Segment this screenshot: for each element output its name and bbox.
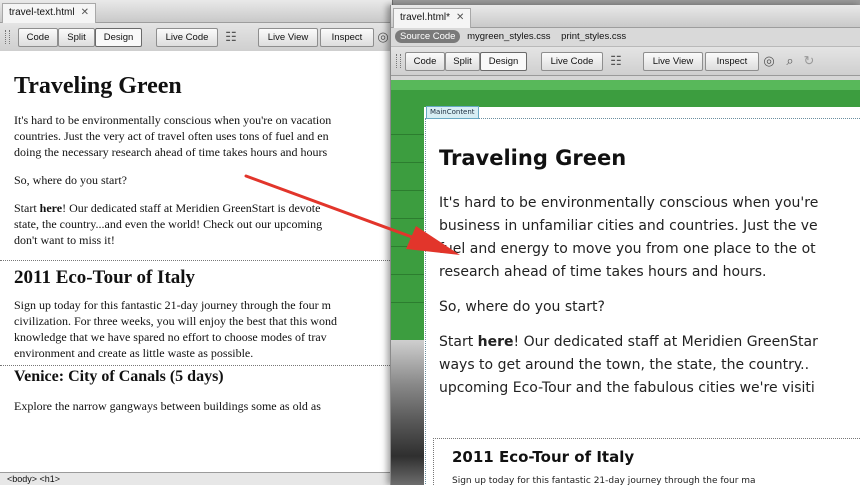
related-file-mygreen-styles[interactable]: mygreen_styles.css <box>467 31 550 42</box>
section-heading: 2011 Eco-Tour of Italy <box>452 448 635 466</box>
live-code-button[interactable]: Live Code <box>541 52 603 71</box>
live-view-button[interactable]: Live View <box>258 28 318 47</box>
page-heading: Traveling Green <box>14 73 182 99</box>
code-view-button[interactable]: Code <box>18 28 58 47</box>
right-design-view[interactable]: MainContent Traveling Green It's hard to… <box>391 80 860 485</box>
sidebar-photo <box>391 340 424 485</box>
subsection-heading: Venice: City of Canals (5 days) <box>14 368 224 385</box>
left-document-window: travel-text.html ✕ Code Split Design Live… <box>0 0 393 485</box>
preview-globe-icon[interactable]: ◎ <box>760 53 778 69</box>
paragraph-venice: Explore the narrow gangways between buil… <box>14 399 321 413</box>
check-browser-compat-icon[interactable]: ☷ <box>220 29 242 45</box>
refresh-icon[interactable]: ↻ <box>801 53 817 69</box>
live-view-button[interactable]: Live View <box>643 52 703 71</box>
design-view-button[interactable]: Design <box>480 52 527 71</box>
left-tab-bar: travel-text.html ✕ <box>0 0 392 23</box>
header-band <box>391 80 860 107</box>
check-browser-compat-icon[interactable]: ☷ <box>605 53 627 69</box>
split-view-button[interactable]: Split <box>58 28 95 47</box>
live-code-button[interactable]: Live Code <box>156 28 218 47</box>
tab-travel-text[interactable]: travel-text.html ✕ <box>2 3 96 23</box>
paragraph-start-here: Start here! Our dedicated staff at Merid… <box>14 201 323 247</box>
paragraph-tour: Sign up today for this fantastic 21-day … <box>14 298 337 360</box>
related-file-print-styles[interactable]: print_styles.css <box>561 31 626 42</box>
left-design-view[interactable]: Traveling Green It's hard to be environm… <box>0 51 392 472</box>
left-document-toolbar: Code Split Design Live Code ☷ Live View … <box>0 23 392 52</box>
close-icon[interactable]: ✕ <box>81 4 89 22</box>
tab-label: travel.html* <box>400 12 451 23</box>
tag-selector[interactable]: <body> <h1> <box>0 472 392 485</box>
right-document-window: travel.html* ✕ Source Code mygreen_styles… <box>390 5 860 485</box>
source-code-button[interactable]: Source Code <box>395 30 461 43</box>
grip-icon <box>396 54 401 68</box>
paragraph-intro: It's hard to be environmentally consciou… <box>14 113 332 159</box>
section-heading: 2011 Eco-Tour of Italy <box>14 267 196 288</box>
main-content-label[interactable]: MainContent <box>426 106 479 119</box>
design-view-button[interactable]: Design <box>95 28 142 47</box>
close-icon[interactable]: ✕ <box>456 9 464 27</box>
main-content-text: Traveling Green It's hard to be environm… <box>439 146 860 412</box>
inspect-button[interactable]: Inspect <box>705 52 759 71</box>
paragraph-question: So, where do you start? <box>14 173 127 187</box>
paragraph-start-here: Start here! Our dedicated staff at Merid… <box>439 334 818 396</box>
code-view-button[interactable]: Code <box>405 52 445 71</box>
grip-icon <box>5 30 10 44</box>
tab-label: travel-text.html <box>9 7 75 18</box>
paragraph-tour-cut: Sign up today for this fantastic 21-day … <box>452 476 756 485</box>
right-document-toolbar: Code Split Design Live Code ☷ Live View … <box>391 47 860 76</box>
page-heading: Traveling Green <box>439 146 627 170</box>
subsection-divider <box>0 365 392 366</box>
split-view-button[interactable]: Split <box>445 52 480 71</box>
paragraph-question: So, where do you start? <box>439 299 605 315</box>
tab-travel[interactable]: travel.html* ✕ <box>393 8 472 28</box>
inspect-button[interactable]: Inspect <box>320 28 374 47</box>
preview-globe-icon[interactable]: ◎ <box>376 29 390 45</box>
section-divider <box>0 260 392 261</box>
paragraph-intro: It's hard to be environmentally consciou… <box>439 195 819 280</box>
right-tab-bar: travel.html* ✕ <box>391 5 860 28</box>
related-files-bar: Source Code mygreen_styles.css print_sty… <box>391 28 860 47</box>
visual-aids-icon[interactable]: ⌕ <box>781 53 799 69</box>
eco-tour-section: 2011 Eco-Tour of Italy Sign up today for… <box>433 438 860 485</box>
